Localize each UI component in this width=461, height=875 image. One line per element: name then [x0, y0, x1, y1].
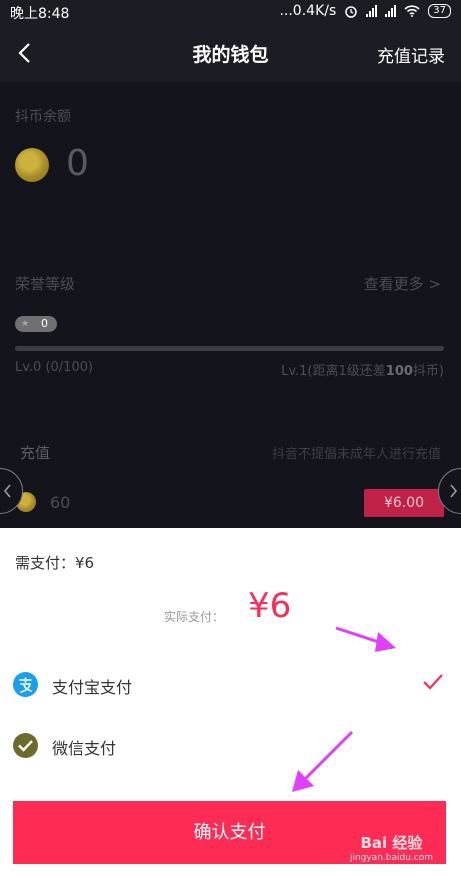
watermark-logo-text: Bai 经验 — [360, 834, 423, 852]
watermark-url: jingyan.baidu.com — [349, 853, 433, 863]
baidu-watermark: Bai 经验 jingyan.baidu.com — [350, 832, 433, 863]
annotation-arrows — [292, 626, 396, 792]
